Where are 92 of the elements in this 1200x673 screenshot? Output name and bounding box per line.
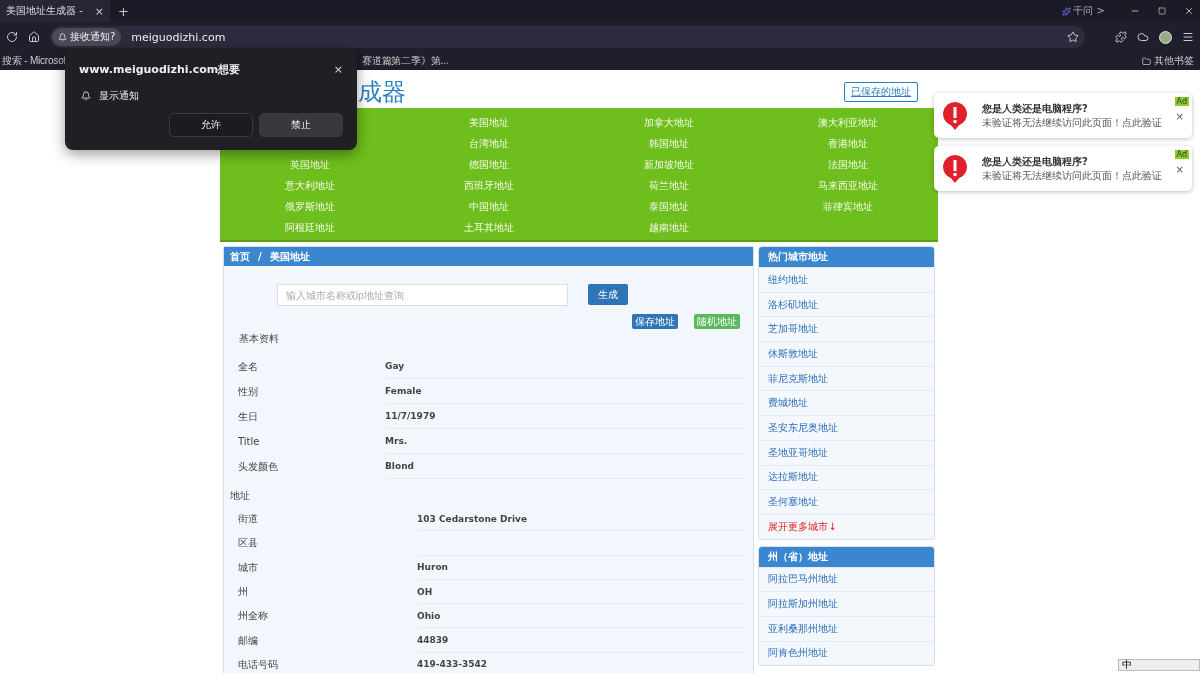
field-value: Blond [385, 454, 746, 479]
field-value: 11/7/1979 [385, 404, 746, 429]
field-label: 邮编 [238, 633, 259, 648]
city-link[interactable]: 芝加哥地址 [759, 316, 934, 342]
bookmark[interactable]: 搜索 - Microsof [2, 54, 67, 68]
reload-icon[interactable] [6, 31, 18, 43]
panel-title: 州（省）地址 [759, 546, 934, 567]
city-link[interactable]: 阿拉巴马州地址 [759, 566, 934, 592]
city-link[interactable]: 圣何塞地址 [759, 489, 934, 514]
field-label: 头发颜色 [238, 459, 279, 474]
ad-text: 未验证将无法继续访问此页面！点此验证 [982, 168, 1162, 183]
ad-title: 您是人类还是电脑程序? [982, 154, 1089, 169]
field-value: 103 Cedarstone Drive [417, 507, 746, 532]
city-link[interactable]: 阿肯色州地址 [759, 640, 934, 666]
folder-icon [1142, 56, 1151, 66]
city-link[interactable]: 洛杉矶地址 [759, 291, 934, 317]
site-title: 成器 [358, 76, 406, 108]
field-label: 州全称 [238, 609, 269, 624]
generate-button[interactable]: 生成 [588, 284, 628, 305]
address-bar[interactable]: 接收通知? meiguodizhi.com [50, 26, 1085, 48]
field-label: 电话号码 [238, 657, 279, 672]
popup-title: www.meiguodizhi.com想要 [79, 62, 241, 77]
permission-chip[interactable]: 接收通知? [52, 28, 122, 46]
field-value: 419-433-3542 [417, 652, 746, 673]
warning-icon [942, 153, 968, 184]
city-link[interactable]: 阿拉斯加州地址 [759, 591, 934, 616]
field-value: 44839 [417, 628, 746, 653]
city-link[interactable]: 圣安东尼奥地址 [759, 415, 934, 440]
saved-addresses-link[interactable]: 已保存的地址 [844, 81, 918, 102]
field-label: 城市 [238, 560, 259, 575]
warning-icon [942, 100, 968, 131]
browser-tab[interactable]: 美国地址生成器 - × [0, 0, 110, 22]
field-value: Gay [385, 354, 746, 379]
ime-mode[interactable]: 中 [1122, 658, 1132, 672]
url-text: meiguodizhi.com [131, 30, 226, 44]
field-label: 生日 [238, 409, 259, 424]
tab-close[interactable]: × [94, 4, 104, 18]
city-link[interactable]: 休斯敦地址 [759, 341, 934, 366]
bookmark[interactable]: 赛道篇第二季》第... [362, 54, 449, 68]
search-field[interactable]: 输入城市名称或ip地址查询 [277, 284, 568, 306]
city-link[interactable]: 亚利桑那州地址 [759, 615, 934, 641]
close-icon[interactable]: × [1175, 164, 1184, 175]
section-title: 基本资料 [238, 332, 280, 346]
ad-card[interactable]: 您是人类还是电脑程序? 未验证将无法继续访问此页面！点此验证 Ad × [934, 93, 1192, 138]
close-icon[interactable]: × [333, 63, 343, 76]
avatar-icon[interactable] [1159, 30, 1172, 44]
expand-link[interactable]: 展开更多城市↓ [759, 513, 934, 539]
field-label: Title [238, 436, 261, 447]
ad-text: 未验证将无法继续访问此页面！点此验证 [982, 115, 1162, 130]
home-icon[interactable] [28, 31, 40, 43]
city-link[interactable]: 达拉斯地址 [759, 464, 934, 490]
ad-card[interactable]: 您是人类还是电脑程序? 未验证将无法继续访问此页面！点此验证 Ad × [934, 146, 1192, 191]
ad-badge: Ad [1174, 150, 1189, 159]
assistant-button[interactable]: 千问 > [1057, 3, 1110, 19]
puzzle-icon[interactable] [1115, 31, 1127, 43]
bell-icon [58, 32, 67, 42]
field-value: Female [385, 379, 746, 404]
field-value: Huron [417, 555, 746, 580]
field-value: Ohio [417, 604, 746, 629]
permission-text: 显示通知 [99, 89, 139, 103]
city-link[interactable]: 菲尼克斯地址 [759, 365, 934, 391]
popup-button[interactable]: 禁止 [259, 113, 343, 137]
cloud-icon[interactable] [1137, 31, 1149, 43]
field-label: 街道 [238, 512, 259, 527]
field-label: 全名 [238, 359, 259, 374]
city-link[interactable]: 圣地亚哥地址 [759, 439, 934, 465]
field-value: Mrs. [385, 429, 746, 454]
ad-badge: Ad [1174, 97, 1189, 106]
star-icon[interactable] [1067, 31, 1079, 43]
close-icon[interactable] [1184, 6, 1194, 16]
bell-icon [81, 91, 91, 101]
breadcrumb-link[interactable]: 美国地址 [269, 249, 310, 264]
ad-title: 您是人类还是电脑程序? [982, 101, 1089, 116]
close-icon[interactable]: × [1175, 111, 1184, 122]
other-bookmarks[interactable]: 其他书签 [1142, 54, 1194, 68]
city-link[interactable]: 费城地址 [759, 390, 934, 416]
breadcrumb-link[interactable]: 首页 [230, 249, 250, 264]
panel-title: 热门城市地址 [759, 247, 934, 267]
breadcrumb-separator: / [258, 251, 262, 262]
sparkle-icon [1062, 6, 1072, 16]
popup-button[interactable]: 允许 [169, 113, 253, 137]
section-title: 地址 [229, 489, 251, 503]
field-label: 性别 [238, 384, 259, 399]
field-label: 区县 [238, 536, 259, 551]
field-label: 州 [238, 585, 249, 600]
save-address-button[interactable]: 保存地址 [632, 314, 679, 329]
new-tab-button[interactable]: + [118, 3, 129, 19]
ime-toolbar[interactable]: 中 [1118, 659, 1200, 671]
field-value: OH [417, 579, 746, 605]
menu-icon[interactable] [1182, 31, 1194, 43]
maximize-icon[interactable] [1158, 7, 1166, 15]
city-link[interactable]: 纽约地址 [759, 267, 934, 292]
